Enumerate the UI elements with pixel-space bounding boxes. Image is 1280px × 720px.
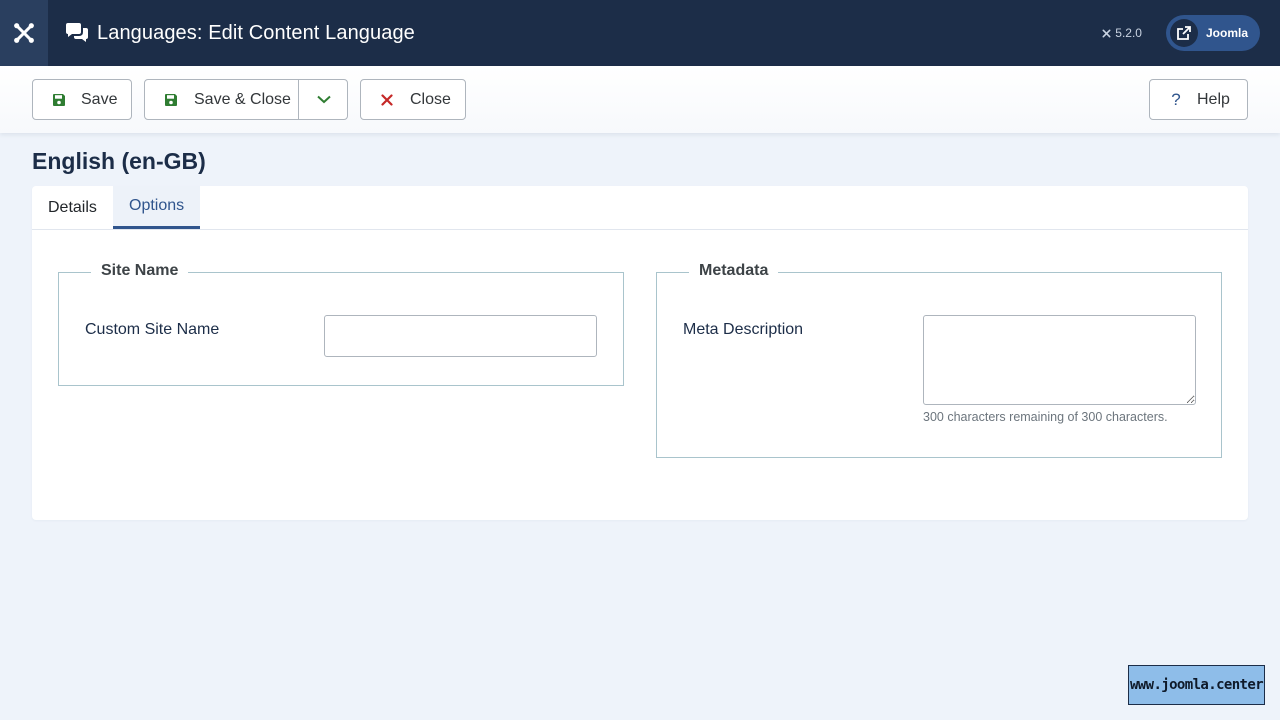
tab-details[interactable]: Details: [32, 186, 113, 229]
toolbar: Save Save & Close Close ? Help: [0, 66, 1280, 133]
joomla-logo-icon: [14, 23, 34, 43]
version-badge: 5.2.0: [1101, 26, 1142, 40]
close-label: Close: [410, 90, 451, 108]
custom-site-name-input[interactable]: [324, 315, 597, 357]
save-icon: [163, 92, 179, 108]
save-close-group: Save & Close: [144, 79, 348, 120]
save-button[interactable]: Save: [32, 79, 132, 120]
close-button[interactable]: Close: [360, 79, 466, 120]
save-options-dropdown-toggle[interactable]: [299, 80, 348, 119]
app-header: Languages: Edit Content Language 5.2.0 J…: [0, 0, 1280, 66]
site-name-fieldset: Site Name Custom Site Name: [58, 262, 624, 386]
help-label: Help: [1197, 90, 1230, 108]
language-heading: English (en-GB): [32, 148, 206, 174]
comments-icon: [64, 20, 90, 46]
help-button[interactable]: ? Help: [1149, 79, 1248, 120]
save-label: Save: [81, 90, 118, 108]
chars-remaining-hint: 300 characters remaining of 300 characte…: [923, 410, 1168, 424]
page-title: Languages: Edit Content Language: [97, 21, 415, 44]
close-icon: [379, 92, 395, 108]
edit-form-card: Details Options Site Name Custom Site Na…: [32, 186, 1248, 520]
joomla-logo[interactable]: [0, 0, 48, 66]
joomla-small-icon: [1102, 28, 1111, 38]
tab-bar: Details Options: [32, 186, 1248, 230]
meta-description-label: Meta Description: [683, 321, 804, 338]
tab-options[interactable]: Options: [113, 186, 201, 229]
site-name-legend: Site Name: [91, 262, 189, 280]
chevron-down-icon: [316, 95, 331, 104]
external-link-icon: [1169, 19, 1198, 47]
save-close-button[interactable]: Save & Close: [194, 91, 291, 109]
meta-description-textarea[interactable]: [923, 315, 1196, 405]
custom-site-name-label: Custom Site Name: [85, 321, 220, 338]
watermark-badge: www.joomla.center: [1128, 665, 1265, 705]
metadata-legend: Metadata: [689, 262, 779, 280]
metadata-fieldset: Metadata Meta Description 300 characters…: [656, 262, 1222, 458]
view-site-label: Joomla: [1205, 26, 1248, 40]
view-site-button[interactable]: Joomla: [1165, 15, 1260, 51]
question-icon: ?: [1171, 89, 1181, 109]
header-right: 5.2.0 Joomla: [1101, 0, 1260, 66]
save-icon: [51, 92, 67, 108]
version-text: 5.2.0: [1115, 26, 1142, 40]
